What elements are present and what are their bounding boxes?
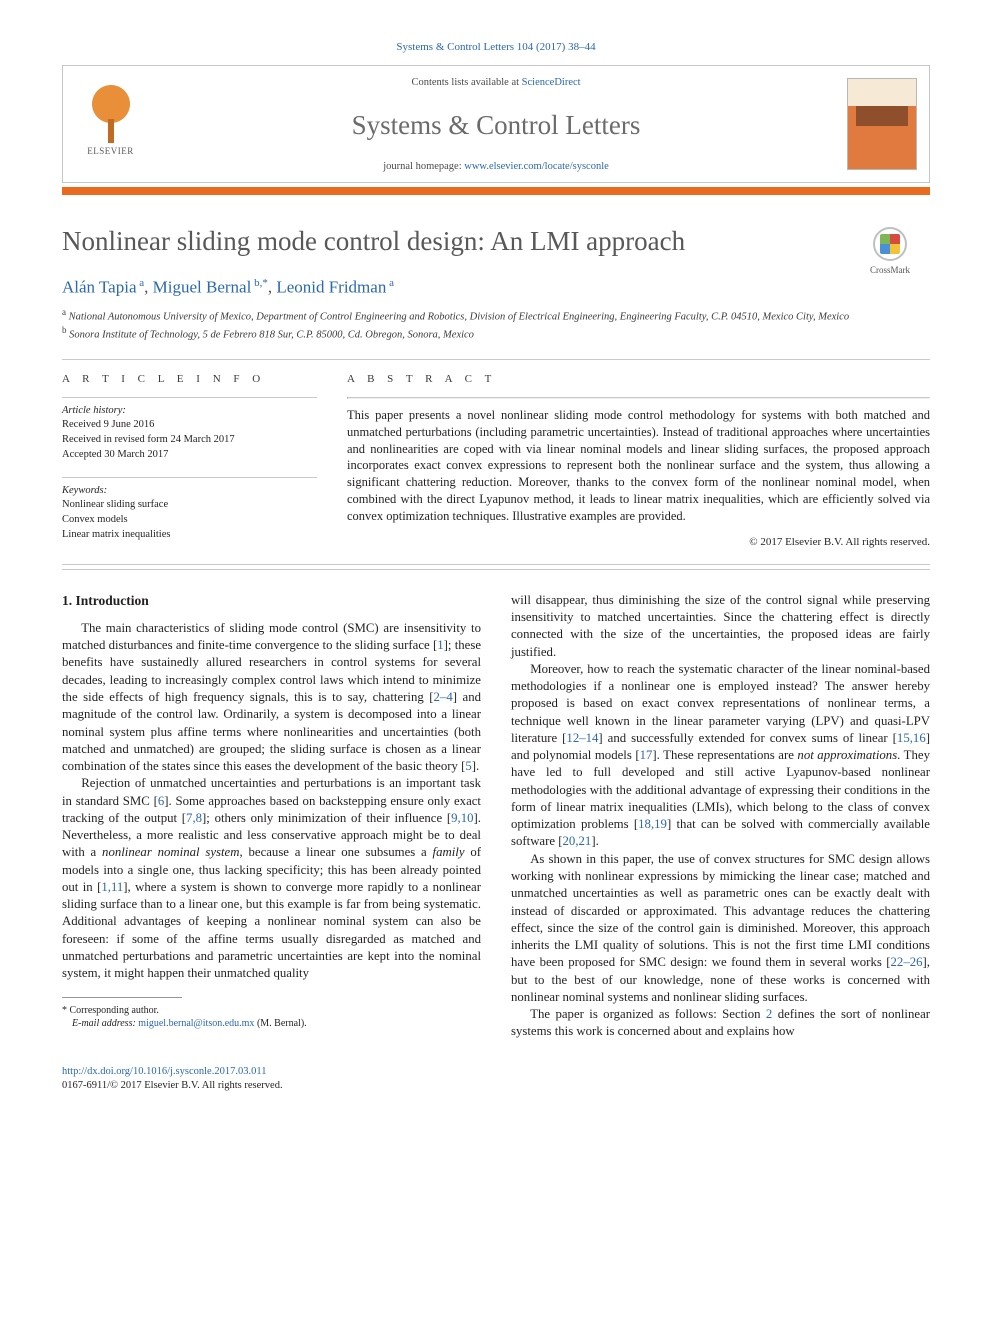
- p2b: , because a linear one subsumes a: [239, 845, 432, 859]
- author-3[interactable]: Leonid Fridman: [276, 278, 386, 297]
- ref-link[interactable]: 20,21: [563, 834, 592, 848]
- crossmark-icon: [873, 227, 907, 261]
- homepage-prefix: journal homepage:: [383, 161, 464, 172]
- abstract-text: This paper presents a novel nonlinear sl…: [347, 407, 930, 525]
- affiliation-a: a National Autonomous University of Mexi…: [62, 306, 930, 325]
- intro-para-4: As shown in this paper, the use of conve…: [511, 851, 930, 1006]
- ref-link[interactable]: 22–26: [891, 955, 923, 969]
- article-info-column: A R T I C L E I N F O Article history: R…: [62, 372, 317, 550]
- section-ref-link[interactable]: 2: [766, 1007, 772, 1021]
- paper-title: Nonlinear sliding mode control design: A…: [62, 223, 850, 259]
- history-received: Received 9 June 2016: [62, 419, 154, 430]
- ref-link[interactable]: 5: [465, 759, 471, 773]
- author-2-affil-sup: b,*: [251, 277, 268, 289]
- journal-cover-thumbnail[interactable]: [847, 78, 917, 170]
- body-text: 1. Introduction The main characteristics…: [62, 592, 930, 1041]
- author-2[interactable]: Miguel Bernal: [153, 278, 252, 297]
- article-history-label: Article history:: [62, 405, 126, 416]
- affiliation-b-text: Sonora Institute of Technology, 5 de Feb…: [69, 330, 474, 341]
- affiliations: a National Autonomous University of Mexi…: [62, 306, 930, 343]
- author-1[interactable]: Alán Tapia: [62, 278, 137, 297]
- journal-name: Systems & Control Letters: [352, 107, 641, 143]
- divider: [347, 397, 930, 399]
- journal-homepage-link[interactable]: www.elsevier.com/locate/sysconle: [464, 161, 609, 172]
- corresponding-author-note: * Corresponding author. E-mail address: …: [62, 1004, 481, 1031]
- ref-link[interactable]: 12–14: [566, 731, 598, 745]
- p2c: of models into a single one, thus lackin…: [62, 845, 481, 980]
- author-1-affil-sup: a: [137, 277, 145, 289]
- crossmark-badge[interactable]: CrossMark: [850, 223, 930, 276]
- p3b: . They have led to full developed and st…: [511, 748, 930, 848]
- orange-divider: [62, 187, 930, 195]
- ref-link[interactable]: 6: [158, 794, 164, 808]
- divider: [62, 359, 930, 360]
- keyword-3: Linear matrix inequalities: [62, 529, 170, 540]
- ref-link[interactable]: 18,19: [638, 817, 667, 831]
- ref-link[interactable]: 1: [437, 638, 443, 652]
- journal-homepage-line: journal homepage: www.elsevier.com/locat…: [383, 160, 609, 174]
- page-footer: http://dx.doi.org/10.1016/j.sysconle.201…: [62, 1065, 930, 1093]
- p2-em1: nonlinear nominal system: [102, 845, 239, 859]
- intro-para-2: Rejection of unmatched uncertainties and…: [62, 775, 481, 982]
- ref-link[interactable]: 17: [640, 748, 653, 762]
- p2-em2: family: [433, 845, 465, 859]
- elsevier-tree-icon: [85, 83, 137, 143]
- intro-para-5: The paper is organized as follows: Secti…: [511, 1006, 930, 1041]
- keywords-label: Keywords:: [62, 485, 107, 496]
- intro-para-3: Moreover, how to reach the systematic ch…: [511, 661, 930, 851]
- ref-link[interactable]: 9,10: [451, 811, 473, 825]
- section-1-heading: 1. Introduction: [62, 592, 481, 610]
- intro-para-1-text: The main characteristics of sliding mode…: [62, 621, 481, 773]
- corresponding-email-link[interactable]: miguel.bernal@itson.edu.mx: [138, 1018, 254, 1029]
- affiliation-a-text: National Autonomous University of Mexico…: [69, 311, 849, 322]
- affiliation-a-sup: a: [62, 307, 66, 317]
- divider: [62, 477, 317, 478]
- divider: [62, 397, 317, 398]
- author-3-affil-sup: a: [386, 277, 394, 289]
- footnote-star: * Corresponding author.: [62, 1005, 159, 1016]
- publisher-logo-area: ELSEVIER: [63, 66, 158, 182]
- journal-cover-area: [834, 66, 929, 182]
- author-list: Alán Tapia a, Miguel Bernal b,*, Leonid …: [62, 276, 930, 300]
- ref-link[interactable]: 7,8: [186, 811, 202, 825]
- intro-para-1: The main characteristics of sliding mode…: [62, 620, 481, 775]
- keyword-1: Nonlinear sliding surface: [62, 499, 168, 510]
- article-info-label: A R T I C L E I N F O: [62, 372, 317, 387]
- sciencedirect-link[interactable]: ScienceDirect: [522, 77, 581, 88]
- elsevier-logo[interactable]: ELSEVIER: [80, 83, 142, 165]
- abstract-label: A B S T R A C T: [347, 372, 930, 387]
- author-3-affil-link[interactable]: a: [389, 277, 394, 289]
- intro-para-2-continued: will disappear, thus diminishing the siz…: [511, 592, 930, 661]
- p3-em: not approximations: [797, 748, 897, 762]
- affiliation-b: b Sonora Institute of Technology, 5 de F…: [62, 324, 930, 343]
- history-accepted: Accepted 30 March 2017: [62, 449, 168, 460]
- divider: [62, 569, 930, 570]
- footnote-separator: [62, 997, 182, 998]
- author-1-affil-link[interactable]: a: [139, 277, 144, 289]
- abstract-copyright: © 2017 Elsevier B.V. All rights reserved…: [347, 535, 930, 550]
- divider: [62, 564, 930, 565]
- contents-prefix: Contents lists available at: [411, 77, 521, 88]
- article-history: Article history: Received 9 June 2016 Re…: [62, 404, 317, 463]
- abstract-column: A B S T R A C T This paper presents a no…: [347, 372, 930, 550]
- author-2-affil-link[interactable]: b,*: [254, 277, 268, 289]
- journal-banner: ELSEVIER Contents lists available at Sci…: [62, 65, 930, 183]
- ref-link[interactable]: 1,11: [101, 880, 123, 894]
- history-revised: Received in revised form 24 March 2017: [62, 434, 235, 445]
- contents-available-line: Contents lists available at ScienceDirec…: [411, 76, 580, 90]
- journal-reference-link[interactable]: Systems & Control Letters 104 (2017) 38–…: [396, 41, 595, 53]
- ref-link[interactable]: 15,16: [897, 731, 926, 745]
- doi-link[interactable]: http://dx.doi.org/10.1016/j.sysconle.201…: [62, 1066, 266, 1077]
- affiliation-b-sup: b: [62, 325, 67, 335]
- keyword-2: Convex models: [62, 514, 128, 525]
- crossmark-label: CrossMark: [870, 264, 910, 276]
- publisher-name: ELSEVIER: [87, 145, 134, 157]
- keywords-block: Keywords: Nonlinear sliding surface Conv…: [62, 484, 317, 543]
- journal-reference: Systems & Control Letters 104 (2017) 38–…: [62, 40, 930, 55]
- footnote-email-suffix: (M. Bernal).: [254, 1018, 306, 1029]
- footnote-email-label: E-mail address:: [72, 1018, 138, 1029]
- issn-copyright-line: 0167-6911/© 2017 Elsevier B.V. All right…: [62, 1080, 283, 1091]
- ref-link[interactable]: 2–4: [434, 690, 453, 704]
